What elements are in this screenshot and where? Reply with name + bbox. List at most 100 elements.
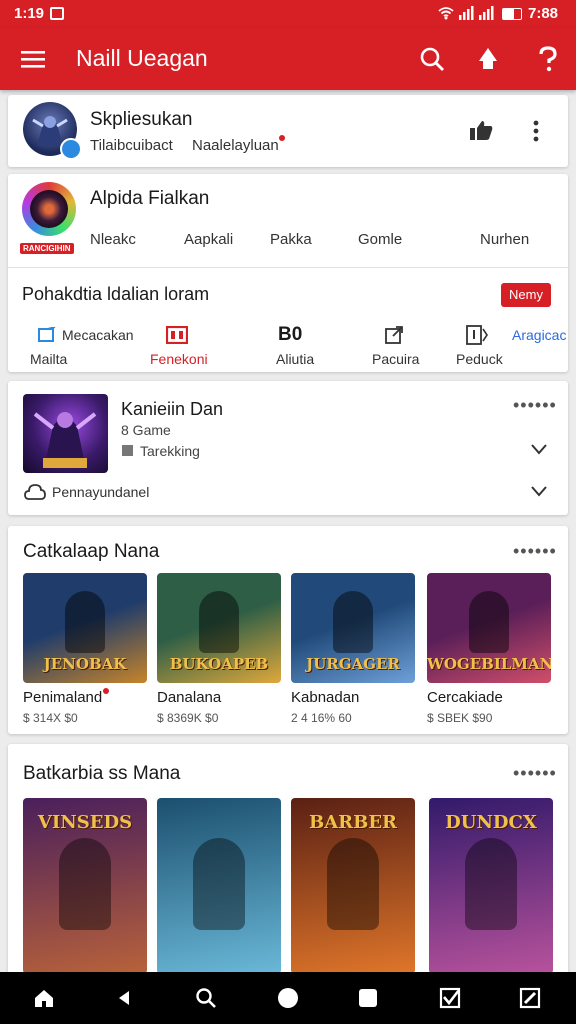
more-vert-icon[interactable] [532,119,540,143]
game-poster[interactable]: VINSEDS [23,798,147,974]
tab-calendar[interactable]: Fenekoni [144,324,224,368]
message-icon [38,327,56,342]
game-name: Kanieiin Dan [121,399,224,419]
status-bar: 1:19 7:88 [0,0,576,28]
more-horiz-icon[interactable]: •••••• [513,763,557,784]
tile-name: Kabnadan [291,689,360,706]
tab-link[interactable]: Aragicac [512,327,566,343]
checkbox-icon [439,987,461,1009]
app-stat-3: Pakka [270,231,312,248]
game-tile[interactable]: WOGEBILMAN [427,573,551,683]
chevron-down-icon[interactable] [530,442,548,456]
tile-character [65,591,105,653]
bell-icon [479,48,497,69]
tab-score[interactable]: B0 Aliutia [264,324,324,368]
more-horiz-icon[interactable]: •••••• [513,541,557,562]
section-1: Catkalaap Nana •••••• JENOBAK Penimaland $… [8,526,568,734]
app-stat-4: Gomle [358,231,403,248]
nav-circle[interactable] [272,982,304,1014]
tile-name: Penimaland [23,689,103,706]
game-tile[interactable]: JURGAGER [291,573,415,683]
verified-icon [60,138,82,160]
edit-icon [519,987,541,1009]
help-button[interactable] [530,41,566,77]
home-icon [35,990,53,1007]
game-tile[interactable]: BUKOAPEB [157,573,281,683]
profile-name: Skpliesukan [90,109,193,130]
poster-art-text: DUNDCX [445,812,537,833]
more-horiz-icon[interactable]: •••••• [513,395,557,416]
tab-message[interactable]: Mecacakan Mailta [26,324,134,368]
tile-character [199,591,239,653]
options-button[interactable]: Nemy [501,283,551,307]
section-1-title: Catkalaap Nana [23,541,160,562]
help-icon [539,46,557,72]
info-icon [466,325,488,345]
nav-search[interactable] [190,982,222,1014]
poster-art-text: BARBER [308,812,398,833]
game-tag: Tarekking [140,443,200,459]
tab-share-label: Pacuira [372,351,420,367]
wifi-icon [438,7,454,20]
chevron-down-icon-2[interactable] [530,484,548,498]
nav-check[interactable] [434,982,466,1014]
poster-character [193,838,245,930]
nav-home[interactable] [28,982,60,1014]
search-button[interactable] [414,41,450,77]
poster-character [327,838,379,930]
profile-card[interactable]: Skpliesukan Tilaibcuibact Naalelayluan [8,95,568,167]
tile-character [469,591,509,653]
tab-calendar-label: Fenekoni [150,351,208,367]
game-poster[interactable] [157,798,281,974]
game-card[interactable]: Kanieiin Dan 8 Game Tarekking •••••• Pen… [8,381,568,515]
app-stat-1: Nleakc [90,231,136,248]
tab-info[interactable]: Peduck [448,324,508,368]
status-time: 1:19 [14,5,45,22]
tile-art-text: BUKOAPEB [169,655,269,673]
tab-info-label: Peduck [456,351,503,367]
game-poster[interactable]: DUNDCX [429,798,553,974]
hamburger-icon [21,51,45,68]
notification-button[interactable] [470,41,506,77]
nav-back[interactable] [108,982,140,1014]
tag-icon [122,445,133,456]
game-sub: 8 Game [121,422,171,438]
tab-share[interactable]: Pacuira [364,324,434,368]
app-name: Alpida Fialkan [90,188,210,209]
search-icon [420,47,444,71]
tile-character [333,591,373,653]
nav-square[interactable] [352,982,384,1014]
signal-icon-2 [479,6,494,20]
tab-message-label: Mailta [30,351,68,367]
poster-character [465,838,517,930]
poster-art-text: VINSEDS [37,812,133,833]
square-icon [359,989,377,1007]
app-bar: Naill Ueagan [0,28,576,90]
thumbs-up-icon[interactable] [468,119,494,141]
tile-price: $ SBEK $90 [427,711,493,725]
game-poster[interactable]: BARBER [291,798,415,974]
signal-icon [459,6,474,20]
screenshot-icon [50,7,64,20]
section-2-title: Batkarbia ss Mana [23,763,181,784]
options-title: Pohakdtia ldalian loram [22,284,210,304]
share-icon [385,326,403,344]
tab-message-top: Mecacakan [62,327,134,343]
tile-name: Danalana [157,689,222,706]
menu-button[interactable] [16,41,52,77]
tile-name: Cercakiade [427,689,503,706]
section-2: Batkarbia ss Mana •••••• VINSEDS BARBER DU… [8,744,568,984]
app-logo [22,182,76,236]
app-title: Naill Ueagan [76,45,208,71]
tile-art-text: JENOBAK [43,655,127,673]
nav-edit[interactable] [514,982,546,1014]
back-icon [119,991,129,1005]
new-dot [103,688,109,694]
profile-sub-left: Tilaibcuibact [90,137,173,154]
system-nav-bar [0,972,576,1024]
game-tile[interactable]: JENOBAK [23,573,147,683]
tile-price: $ 8369K $0 [157,711,219,725]
tab-score-value: B0 [278,324,303,345]
circle-icon [278,988,298,1008]
status-right-time: 7:88 [528,5,559,22]
